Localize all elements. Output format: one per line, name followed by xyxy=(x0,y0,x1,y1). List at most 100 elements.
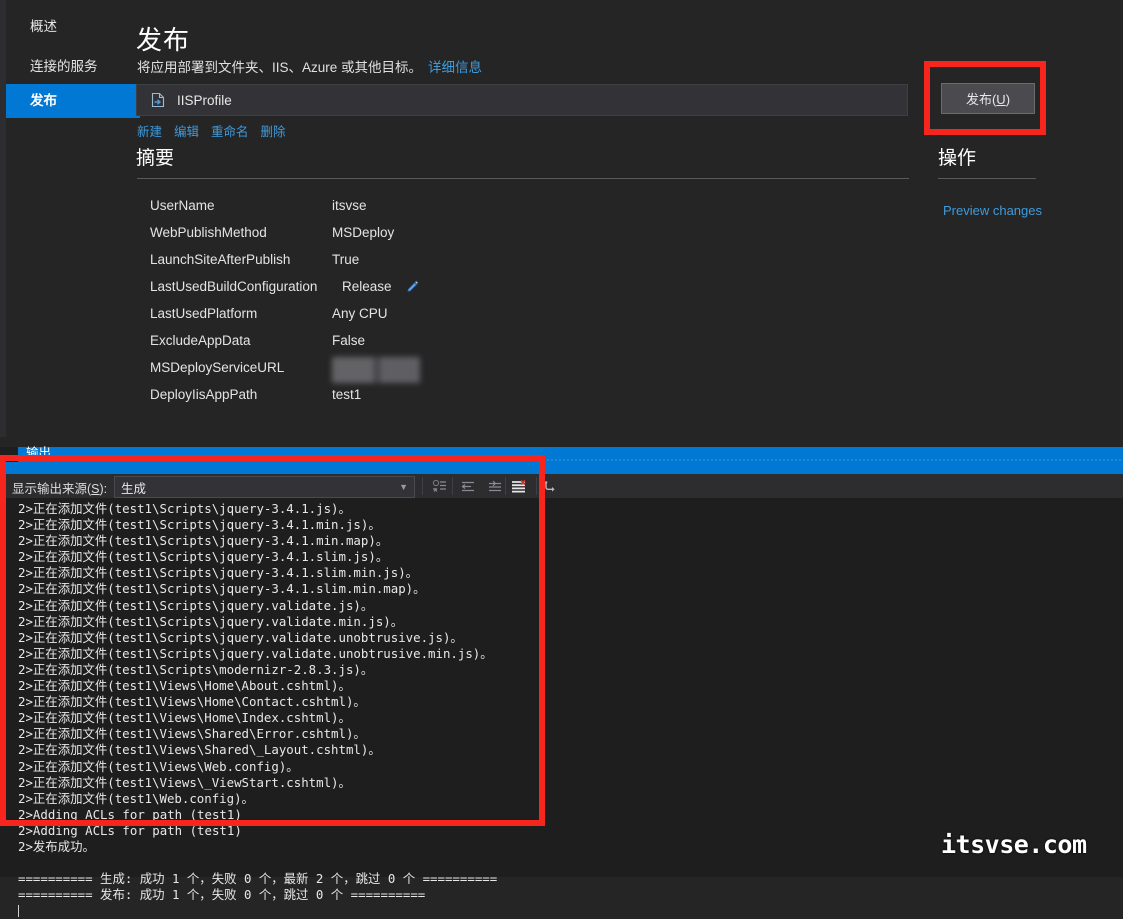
more-info-link[interactable]: 详细信息 xyxy=(428,60,482,75)
table-row: MSDeployServiceURL xyxy=(150,357,910,387)
clear-all-icon[interactable] xyxy=(428,477,450,496)
pane-splitter[interactable] xyxy=(0,437,1123,447)
summary-value: Release xyxy=(342,279,392,294)
table-row: ExcludeAppData False xyxy=(150,333,910,360)
watermark: itsvse.com xyxy=(941,830,1087,859)
redacted-value xyxy=(332,357,420,383)
output-panel-title: 输出 xyxy=(26,445,52,460)
output-line: 2>正在添加文件(test1\Scripts\modernizr-2.8.3.j… xyxy=(18,661,374,677)
summary-value-row: Release xyxy=(332,279,420,294)
output-line: 2>正在添加文件(test1\Scripts\jquery-3.4.1.slim… xyxy=(18,581,426,597)
summary-key: DeployIisAppPath xyxy=(150,387,258,402)
rename-profile-link[interactable]: 重命名 xyxy=(211,125,249,139)
edit-pencil-icon[interactable] xyxy=(406,280,420,294)
publish-button[interactable]: 发布(U) xyxy=(941,83,1035,114)
project-properties-sidebar: 概述 连接的服务 发布 xyxy=(6,0,140,437)
summary-value-redacted xyxy=(332,357,420,386)
table-row: LastUsedPlatform Any CPU xyxy=(150,306,910,333)
publish-content: 发布 将应用部署到文件夹、IIS、Azure 或其他目标。 详细信息 IISPro… xyxy=(132,0,1123,437)
scroll-lock-icon[interactable] xyxy=(484,477,506,496)
sidebar-item-label: 概述 xyxy=(30,19,57,34)
table-row: WebPublishMethod MSDeploy xyxy=(150,225,910,252)
output-line: 2>正在添加文件(test1\Views\Home\Index.cshtml)。 xyxy=(18,710,351,726)
summary-value: False xyxy=(332,333,366,348)
output-source-dropdown[interactable]: 生成 ▼ xyxy=(114,476,415,498)
sidebar-item-label: 发布 xyxy=(30,93,57,108)
summary-value: test1 xyxy=(332,387,362,402)
publish-button-label: 发布(U) xyxy=(965,92,1011,107)
output-line: 2>正在添加文件(test1\Scripts\jquery-3.4.1.min.… xyxy=(18,517,381,533)
output-line: 2>正在添加文件(test1\Views\Shared\_Layout.csht… xyxy=(18,742,381,758)
publish-page-pane: 概述 连接的服务 发布 发布 将应用部署到文件夹、IIS、Azure 或其他目标… xyxy=(6,0,1123,437)
summary-key: WebPublishMethod xyxy=(150,225,267,240)
summary-key: UserName xyxy=(150,198,215,213)
summary-key: LastUsedBuildConfiguration xyxy=(150,279,318,294)
output-source-value: 生成 xyxy=(121,481,147,496)
output-caret xyxy=(18,903,1123,919)
output-text-area[interactable]: 2>正在添加文件(test1\Scripts\jquery-3.4.1.js)。… xyxy=(6,498,1123,918)
wrap-text-icon[interactable] xyxy=(457,477,479,496)
summary-value: True xyxy=(332,252,360,267)
summary-key: MSDeployServiceURL xyxy=(150,360,285,375)
edit-profile-link[interactable]: 编辑 xyxy=(174,125,199,139)
chevron-down-icon: ▼ xyxy=(399,482,408,492)
summary-divider xyxy=(137,178,909,179)
summary-key: ExcludeAppData xyxy=(150,333,251,348)
summary-heading: 摘要 xyxy=(136,148,175,169)
preview-changes-link[interactable]: Preview changes xyxy=(943,203,1042,218)
output-panel-titlebar-band xyxy=(6,462,1123,474)
output-line: 2>正在添加文件(test1\Scripts\jquery.validate.u… xyxy=(18,645,493,661)
publish-profile-icon xyxy=(145,92,171,108)
output-line: 2>正在添加文件(test1\Views\Web.config)。 xyxy=(18,758,299,774)
summary-table: UserName itsvse WebPublishMethod MSDeplo… xyxy=(150,198,910,414)
sidebar-item-overview[interactable]: 概述 xyxy=(6,10,140,44)
output-line: 2>正在添加文件(test1\Views\Home\Contact.cshtml… xyxy=(18,694,366,710)
table-row: UserName itsvse xyxy=(150,198,910,225)
delete-profile-link[interactable]: 删除 xyxy=(261,125,286,139)
output-panel: 输出 显示输出来源(S): 生成 ▼ 2>正在添加文件(test1\Script… xyxy=(0,446,1123,918)
summary-value: MSDeploy xyxy=(332,225,395,240)
toolbar-separator xyxy=(536,477,537,495)
toolbar-separator xyxy=(422,477,423,495)
page-title: 发布 xyxy=(136,25,191,55)
output-line: 2>正在添加文件(test1\Scripts\jquery-3.4.1.js)。 xyxy=(18,501,351,516)
visual-studio-publish-window: 概述 连接的服务 发布 发布 将应用部署到文件夹、IIS、Azure 或其他目标… xyxy=(0,0,1123,918)
sidebar-item-label: 连接的服务 xyxy=(30,59,98,74)
summary-value: itsvse xyxy=(332,198,367,213)
publish-profile-row[interactable]: IISProfile xyxy=(136,84,908,116)
output-line: 2>正在添加文件(test1\Views\Home\About.cshtml)。 xyxy=(18,678,351,694)
table-row: DeployIisAppPath test1 xyxy=(150,387,910,414)
output-line: 2>正在添加文件(test1\Views\_ViewStart.cshtml)。 xyxy=(18,774,351,790)
profile-action-links: 新建 编辑 重命名 删除 xyxy=(137,121,298,140)
publish-profile-name: IISProfile xyxy=(177,92,232,108)
sidebar-item-connected-services[interactable]: 连接的服务 xyxy=(6,50,140,84)
output-line: 2>正在添加文件(test1\Scripts\jquery-3.4.1.slim… xyxy=(18,549,389,565)
summary-key: LaunchSiteAfterPublish xyxy=(150,252,291,267)
table-row: LastUsedBuildConfiguration Release xyxy=(150,279,910,306)
output-line: 2>正在添加文件(test1\Scripts\jquery.validate.u… xyxy=(18,629,463,645)
toggle-word-wrap-icon[interactable] xyxy=(508,477,530,496)
go-to-message-icon[interactable] xyxy=(540,477,562,496)
output-line: ========== 发布: 成功 1 个，失败 0 个，跳过 0 个 ====… xyxy=(18,887,426,903)
output-line: ========== 生成: 成功 1 个，失败 0 个，最新 2 个，跳过 0… xyxy=(18,871,498,887)
toolbar-separator xyxy=(452,477,453,495)
output-line: 2>正在添加文件(test1\Scripts\jquery-3.4.1.slim… xyxy=(18,565,419,581)
output-line: 2>正在添加文件(test1\Web.config)。 xyxy=(18,790,254,806)
table-row: LaunchSiteAfterPublish True xyxy=(150,252,910,279)
sidebar-item-publish[interactable]: 发布 xyxy=(6,84,140,118)
output-line: 2>正在添加文件(test1\Scripts\jquery-3.4.1.min.… xyxy=(18,533,389,549)
summary-value: Any CPU xyxy=(332,306,388,321)
output-line: 2>正在添加文件(test1\Scripts\jquery.validate.j… xyxy=(18,597,374,613)
output-line: 2>Adding ACLs for path (test1) xyxy=(18,806,242,822)
summary-key: LastUsedPlatform xyxy=(150,306,258,321)
page-description: 将应用部署到文件夹、IIS、Azure 或其他目标。 详细信息 xyxy=(137,56,482,76)
new-profile-link[interactable]: 新建 xyxy=(137,125,162,139)
output-source-label-text: 显示输出来源(S): xyxy=(12,482,108,496)
operations-heading: 操作 xyxy=(938,148,977,169)
page-description-text: 将应用部署到文件夹、IIS、Azure 或其他目标。 xyxy=(137,60,423,75)
output-line: 2>正在添加文件(test1\Views\Shared\Error.cshtml… xyxy=(18,726,366,742)
toolbar-separator xyxy=(505,477,506,495)
output-source-label: 显示输出来源(S): xyxy=(12,478,107,497)
operations-divider xyxy=(938,178,1036,179)
output-line: 2>正在添加文件(test1\Scripts\jquery.validate.m… xyxy=(18,613,404,629)
